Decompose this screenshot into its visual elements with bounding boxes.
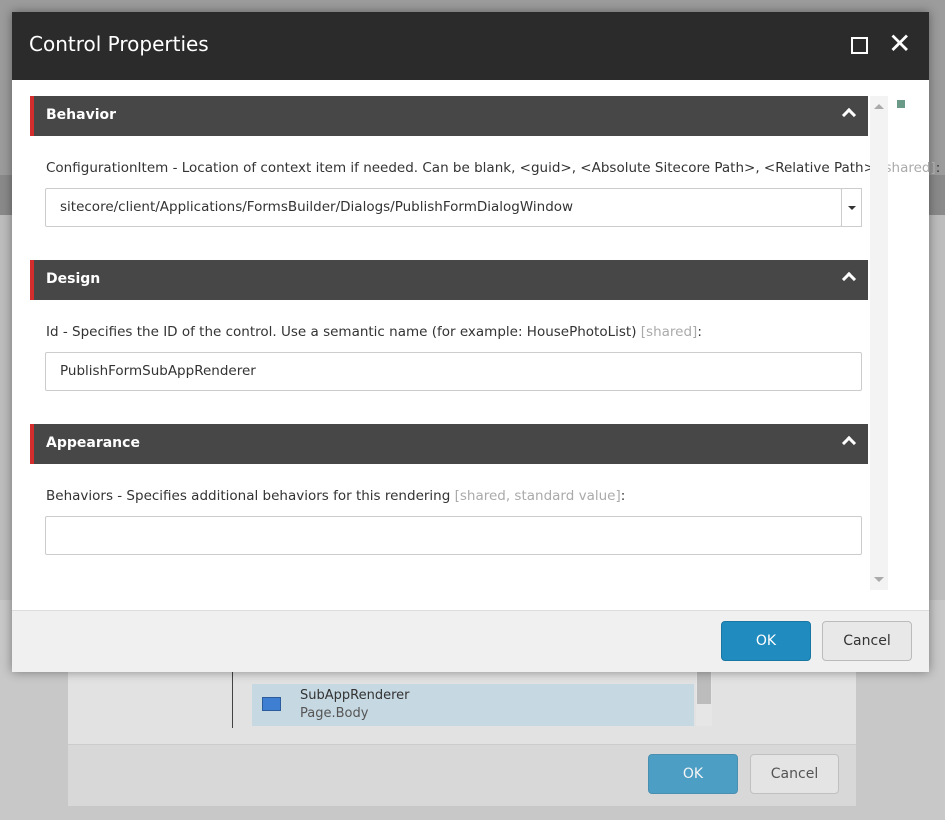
dialog-title: Control Properties bbox=[29, 32, 209, 56]
chevron-up-icon[interactable] bbox=[841, 435, 857, 451]
background-ok-button[interactable]: OK bbox=[648, 754, 738, 794]
section-behavior[interactable]: Behavior bbox=[30, 96, 868, 136]
scroll-up-icon bbox=[874, 104, 884, 109]
configuration-item-input[interactable]: sitecore/client/Applications/FormsBuilde… bbox=[45, 188, 842, 227]
section-design[interactable]: Design bbox=[30, 260, 868, 300]
field-label: ConfigurationItem - Location of context … bbox=[46, 160, 941, 176]
behaviors-input[interactable] bbox=[45, 516, 862, 555]
control-properties-dialog: Control Properties ✕ Behavior Configurat… bbox=[12, 12, 940, 672]
dialog-header: Control Properties ✕ bbox=[12, 12, 929, 80]
ok-button[interactable]: OK bbox=[721, 621, 811, 661]
id-input[interactable]: PublishFormSubAppRenderer bbox=[45, 352, 862, 391]
vertical-scrollbar[interactable] bbox=[870, 96, 888, 590]
field-label: Id - Specifies the ID of the control. Us… bbox=[46, 324, 702, 340]
background-cancel-button[interactable]: Cancel bbox=[750, 754, 839, 794]
scroll-down-icon bbox=[874, 577, 884, 582]
rendering-icon bbox=[262, 697, 281, 711]
close-icon[interactable]: ✕ bbox=[888, 28, 911, 60]
field-label: Behaviors - Specifies additional behavio… bbox=[46, 488, 626, 504]
list-item[interactable]: SubAppRenderer Page.Body bbox=[252, 684, 694, 726]
chevron-up-icon[interactable] bbox=[841, 271, 857, 287]
dropdown-toggle[interactable] bbox=[841, 188, 862, 227]
cancel-button[interactable]: Cancel bbox=[822, 621, 912, 661]
dialog-footer: OK Cancel bbox=[12, 610, 929, 672]
section-appearance[interactable]: Appearance bbox=[30, 424, 868, 464]
status-indicator bbox=[897, 100, 905, 108]
background-scrollbar[interactable] bbox=[696, 672, 712, 726]
chevron-up-icon[interactable] bbox=[841, 107, 857, 123]
maximize-icon[interactable] bbox=[851, 37, 868, 54]
